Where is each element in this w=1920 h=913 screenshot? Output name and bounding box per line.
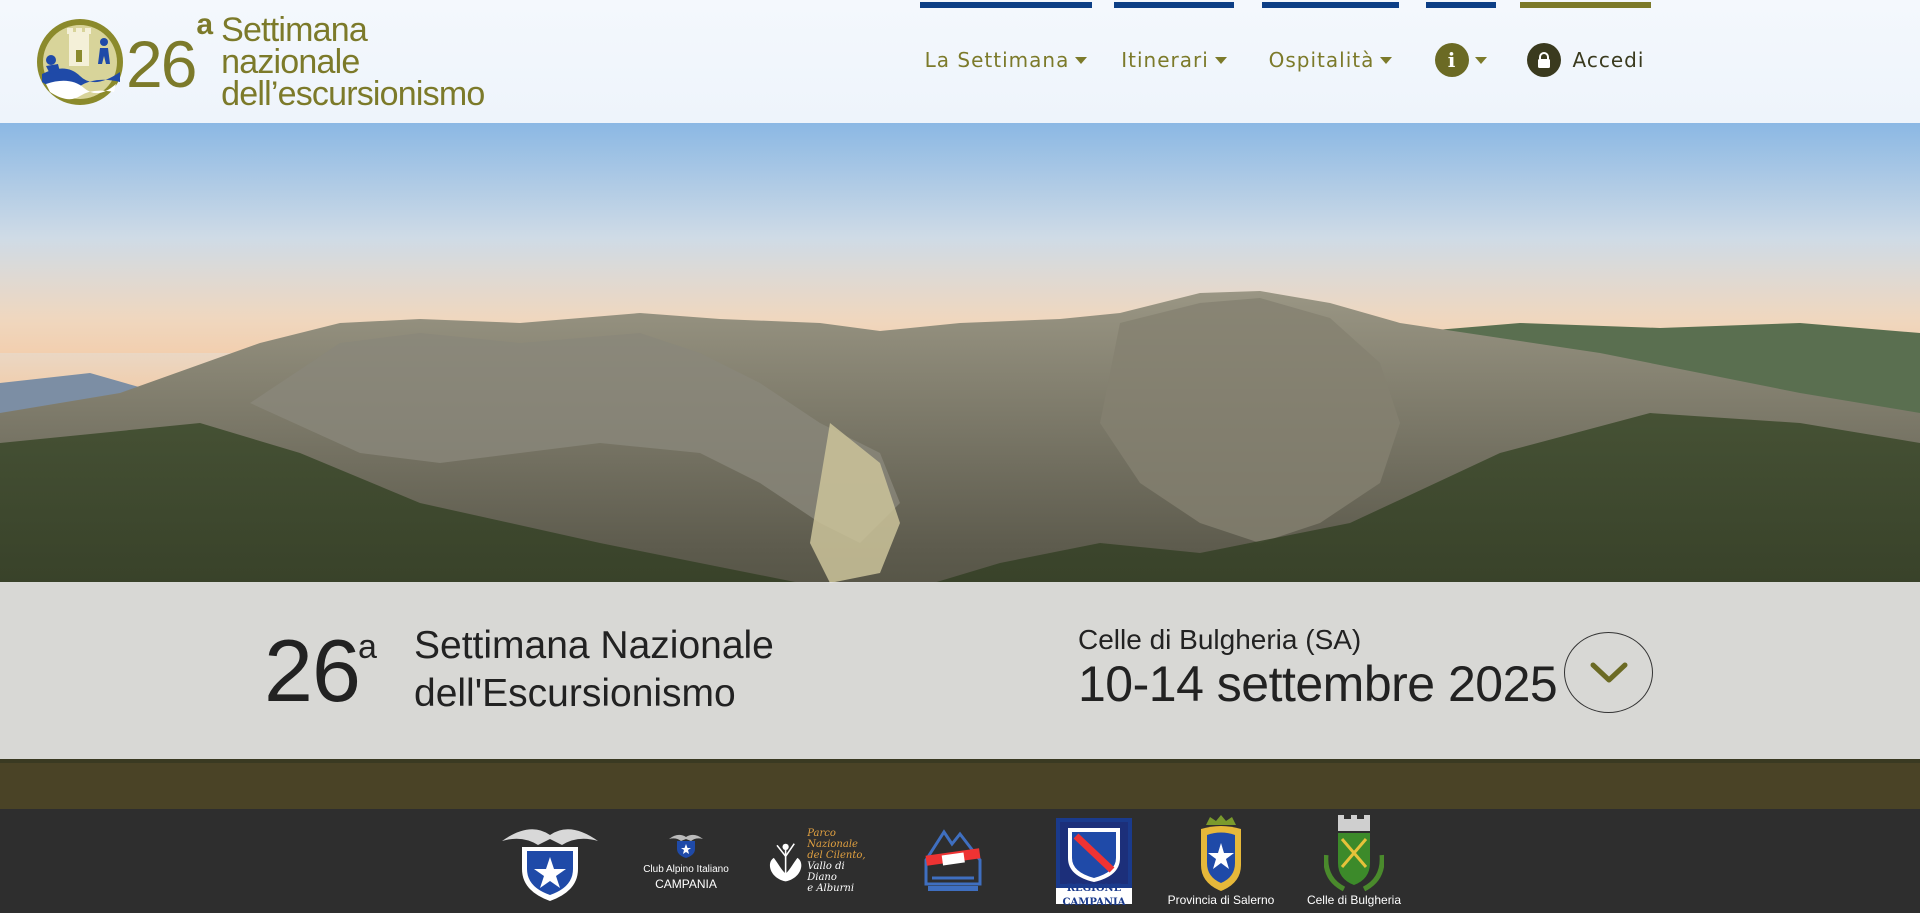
edition-number: 26 — [264, 621, 361, 720]
chevron-down-icon — [1590, 662, 1627, 682]
sponsor-cai-campania[interactable]: Club Alpino Italiano CAMPANIA — [640, 809, 732, 913]
sponsor-regione-campania[interactable]: REGIONE CAMPANIA — [1046, 809, 1142, 913]
event-location: Celle di Bulgheria (SA) — [1078, 624, 1362, 655]
edition-number-suffix: a — [358, 628, 377, 666]
celle-bulgheria-crest-icon — [1324, 815, 1384, 892]
nav-la-settimana[interactable]: La Settimana — [920, 0, 1092, 123]
site-logo[interactable]: 26a Settimana nazionale dell’escursionis… — [36, 8, 486, 113]
logo-badge-icon — [37, 19, 123, 105]
caret-down-icon — [1075, 56, 1088, 64]
sponsor-bar: Club Alpino Italiano CAMPANIA Parco Nazi… — [0, 809, 1920, 913]
nav-itinerari[interactable]: Itinerari — [1114, 0, 1234, 123]
sponsor-comune-celle[interactable]: Celle di Bulgheria — [1302, 809, 1406, 913]
cai-eagle-emblem-icon — [502, 829, 598, 901]
sponsor-parco-cilento[interactable]: Parco Nazionale del Cilento, Vallo di Di… — [766, 809, 872, 913]
nav-info[interactable]: i — [1426, 0, 1496, 123]
sponsor-cai[interactable] — [500, 809, 600, 913]
event-title: Settimana Nazionale dell'Escursionismo — [414, 624, 774, 715]
parco-cilento-flower-icon — [769, 843, 802, 882]
caret-down-icon — [1475, 56, 1487, 64]
sentieri-trail-emblem-icon — [924, 829, 982, 891]
sponsor-sentieri[interactable] — [918, 809, 988, 913]
nav-accedi[interactable]: Accedi — [1520, 0, 1651, 123]
cai-campania-emblem-icon — [669, 834, 703, 858]
event-dates: 10-14 settembre 2025 — [1078, 656, 1558, 712]
info-icon: i — [1435, 42, 1469, 77]
caret-down-icon — [1380, 56, 1393, 64]
logo-number: 26a — [126, 8, 213, 101]
caret-down-icon — [1214, 56, 1227, 64]
nav-ospitalita[interactable]: Ospitalità — [1262, 0, 1399, 123]
lock-icon — [1526, 42, 1561, 77]
logo-wordmark: Settimana nazionale dell’escursionismo — [221, 11, 485, 113]
provincia-salerno-crest-icon — [1201, 815, 1241, 891]
sponsor-provincia-salerno[interactable]: Provincia di Salerno — [1166, 809, 1276, 913]
scroll-down-button[interactable] — [1564, 632, 1653, 713]
site-header: 26a Settimana nazionale dell’escursionis… — [0, 0, 1920, 123]
